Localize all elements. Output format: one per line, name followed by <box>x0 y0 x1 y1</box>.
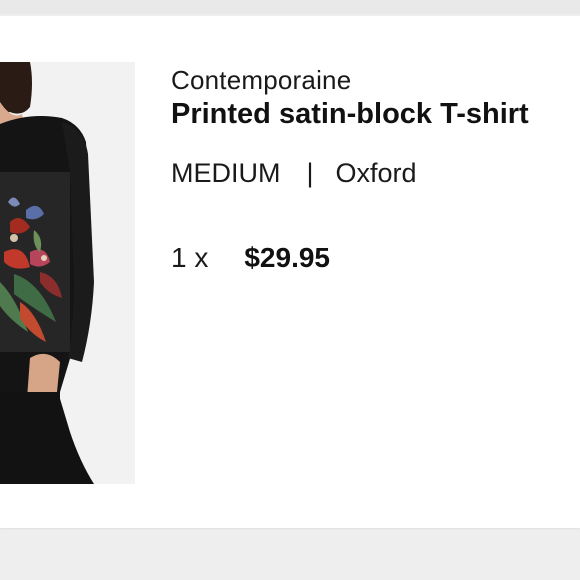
variant-separator: | <box>306 158 314 188</box>
size-label: MEDIUM <box>171 158 281 188</box>
variant-details: MEDIUM | Oxford <box>171 156 571 190</box>
product-photo <box>0 62 135 484</box>
quantity-label: 1 x <box>171 242 209 273</box>
cart-item-card: Contemporaine Printed satin-block T-shir… <box>0 16 580 528</box>
item-details: Contemporaine Printed satin-block T-shir… <box>171 64 571 276</box>
price-row: 1 x $29.95 <box>171 240 571 276</box>
brand-name[interactable]: Contemporaine <box>171 64 571 96</box>
product-image[interactable] <box>0 62 135 484</box>
top-divider <box>0 0 580 14</box>
product-title[interactable]: Printed satin-block T-shirt <box>171 96 571 132</box>
bottom-divider <box>0 531 580 580</box>
price-label: $29.95 <box>244 242 330 273</box>
color-label: Oxford <box>335 158 417 188</box>
